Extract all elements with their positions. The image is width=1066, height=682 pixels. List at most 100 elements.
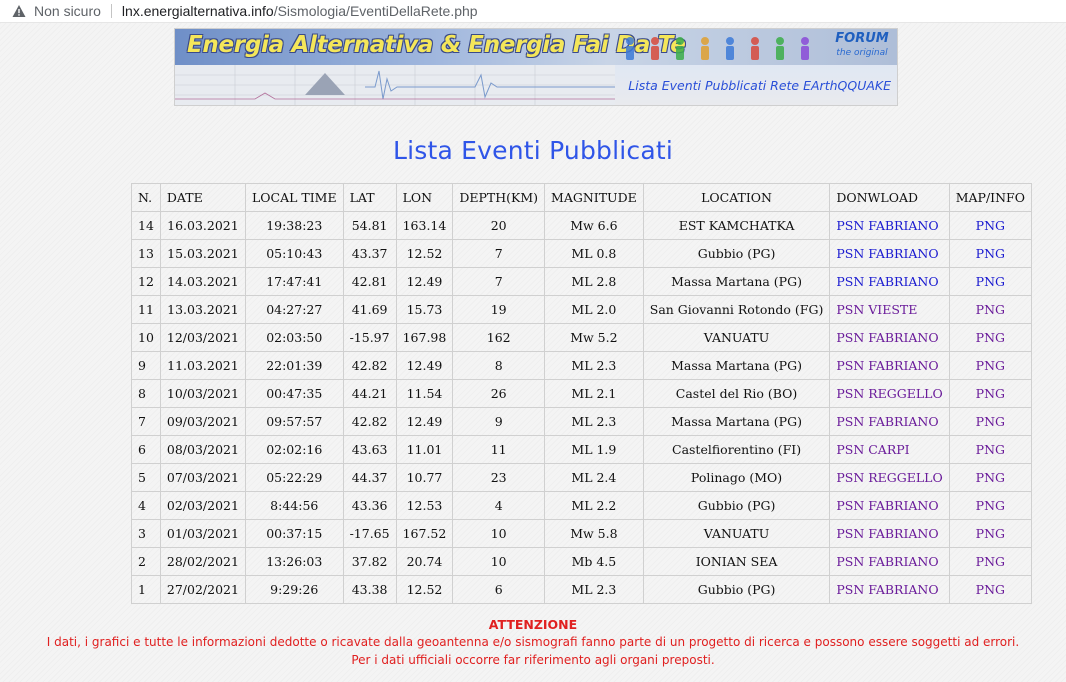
cell-lat: 42.82 [342, 407, 397, 436]
cell-depth: 20 [452, 211, 546, 240]
cell-number: 7 [131, 407, 161, 436]
cell-number: 6 [131, 435, 161, 464]
cell-depth: 4 [452, 491, 546, 520]
cell-lon: 20.74 [395, 547, 454, 576]
warning-triangle-icon[interactable] [12, 4, 26, 18]
download-link[interactable]: PSN FABRIANO [836, 358, 938, 373]
cell-map-info: PNG [948, 323, 1032, 352]
download-link[interactable]: PSN FABRIANO [836, 246, 938, 261]
cell-date: 07/03/2021 [159, 463, 246, 492]
cell-magnitude: ML 2.4 [544, 463, 644, 492]
map-png-link[interactable]: PNG [976, 330, 1005, 345]
download-link[interactable]: PSN FABRIANO [836, 526, 938, 541]
table-row: 6 08/03/2021 02:02:16 43.63 11.01 11 ML 1.9 Cas… [131, 435, 1032, 464]
map-png-link[interactable]: PNG [976, 274, 1005, 289]
cell-date: 08/03/2021 [159, 435, 246, 464]
table-row: 2 28/02/2021 13:26:03 37.82 20.74 10 Mb 4.5 ION… [131, 547, 1032, 576]
cell-lon: 11.54 [395, 379, 454, 408]
map-png-link[interactable]: PNG [976, 358, 1005, 373]
cell-magnitude: Mw 5.2 [544, 323, 644, 352]
notice-line-2: Per i dati ufficiali occorre far riferim… [351, 653, 715, 667]
cell-date: 13.03.2021 [159, 295, 246, 324]
cell-location: Castel del Rio (BO) [642, 379, 831, 408]
download-link[interactable]: PSN CARPI [836, 442, 909, 457]
cell-download: PSN FABRIANO [829, 323, 950, 352]
cell-number: 14 [131, 211, 161, 240]
cell-date: 02/03/2021 [159, 491, 246, 520]
cell-location: Massa Martana (PG) [642, 351, 831, 380]
cell-location: EST KAMCHATKA [642, 211, 831, 240]
cell-number: 9 [131, 351, 161, 380]
cell-magnitude: ML 0.8 [544, 239, 644, 268]
site-banner[interactable]: Energia Alternativa & Energia Fai Da Te … [174, 28, 898, 106]
col-header-download: DONWLOAD [829, 183, 950, 212]
cell-download: PSN CARPI [829, 435, 950, 464]
cell-download: PSN REGGELLO [829, 379, 950, 408]
download-link[interactable]: PSN FABRIANO [836, 498, 938, 513]
cell-map-info: PNG [948, 547, 1032, 576]
table-row: 8 10/03/2021 00:47:35 44.21 11.54 26 ML 2.1 Cas… [131, 379, 1032, 408]
cell-date: 10/03/2021 [159, 379, 246, 408]
cell-download: PSN FABRIANO [829, 267, 950, 296]
cell-date: 09/03/2021 [159, 407, 246, 436]
table-row: 10 12/03/2021 02:03:50 -15.97 167.98 162 Mw 5.… [131, 323, 1032, 352]
cell-map-info: PNG [948, 519, 1032, 548]
download-link[interactable]: PSN FABRIANO [836, 218, 938, 233]
notice-title: ATTENZIONE [488, 617, 578, 632]
map-png-link[interactable]: PNG [976, 470, 1005, 485]
download-link[interactable]: PSN FABRIANO [836, 554, 938, 569]
cell-lon: 12.52 [395, 575, 454, 604]
download-link[interactable]: PSN FABRIANO [836, 274, 938, 289]
cell-location: San Giovanni Rotondo (FG) [642, 295, 831, 324]
download-link[interactable]: PSN FABRIANO [836, 330, 938, 345]
cell-location: Massa Martana (PG) [642, 267, 831, 296]
table-row: 11 13.03.2021 04:27:27 41.69 15.73 19 ML 2.0 Sa… [131, 295, 1032, 324]
cell-magnitude: ML 2.3 [544, 575, 644, 604]
forum-logo[interactable]: FORUM the original [833, 32, 891, 62]
download-link[interactable]: PSN FABRIANO [836, 414, 938, 429]
cell-magnitude: Mw 6.6 [544, 211, 644, 240]
cell-lon: 15.73 [395, 295, 454, 324]
cell-local-time: 02:03:50 [244, 323, 344, 352]
notice-line-1: I dati, i grafici e tutte le informazion… [46, 635, 1020, 649]
download-link[interactable]: PSN VIESTE [836, 302, 917, 317]
download-link[interactable]: PSN REGGELLO [836, 386, 942, 401]
cell-local-time: 19:38:23 [244, 211, 344, 240]
map-png-link[interactable]: PNG [976, 302, 1005, 317]
download-link[interactable]: PSN FABRIANO [836, 582, 938, 597]
map-png-link[interactable]: PNG [976, 218, 1005, 233]
map-png-link[interactable]: PNG [976, 498, 1005, 513]
cell-lat: 44.21 [342, 379, 397, 408]
cell-location: Castelfiorentino (FI) [642, 435, 831, 464]
map-png-link[interactable]: PNG [976, 442, 1005, 457]
map-png-link[interactable]: PNG [976, 414, 1005, 429]
cell-lat: 43.63 [342, 435, 397, 464]
cell-date: 27/02/2021 [159, 575, 246, 604]
cell-magnitude: ML 2.8 [544, 267, 644, 296]
map-png-link[interactable]: PNG [976, 582, 1005, 597]
map-png-link[interactable]: PNG [976, 554, 1005, 569]
cell-location: Gubbio (PG) [642, 575, 831, 604]
map-png-link[interactable]: PNG [976, 246, 1005, 261]
table-row: 3 01/03/2021 00:37:15 -17.65 167.52 10 Mw 5.8 V… [131, 519, 1032, 548]
col-header-lon: LON [395, 183, 454, 212]
cell-map-info: PNG [948, 407, 1032, 436]
events-table-body: 14 16.03.2021 19:38:23 54.81 163.14 20 Mw 6.6 E… [131, 211, 1032, 604]
table-row: 14 16.03.2021 19:38:23 54.81 163.14 20 Mw 6.6 E… [131, 211, 1032, 240]
cell-local-time: 00:37:15 [244, 519, 344, 548]
download-link[interactable]: PSN REGGELLO [836, 470, 942, 485]
cell-local-time: 8:44:56 [244, 491, 344, 520]
url-text[interactable]: lnx.energialternativa.info/Sismologia/Ev… [122, 3, 478, 19]
cell-number: 3 [131, 519, 161, 548]
cell-location: VANUATU [642, 519, 831, 548]
address-bar[interactable]: Non sicuro lnx.energialternativa.info/Si… [0, 0, 1066, 23]
cell-map-info: PNG [948, 267, 1032, 296]
table-row: 4 02/03/2021 8:44:56 43.36 12.53 4 ML 2.2 Gubbi… [131, 491, 1032, 520]
map-png-link[interactable]: PNG [976, 386, 1005, 401]
url-host: lnx.energialternativa.info [121, 3, 274, 19]
banner-subtitle: Lista Eventi Pubblicati Rete EArthQQUAKE [628, 78, 891, 93]
cell-depth: 7 [452, 267, 546, 296]
col-header-local-time: LOCAL TIME [244, 183, 344, 212]
security-label[interactable]: Non sicuro [34, 3, 101, 19]
map-png-link[interactable]: PNG [976, 526, 1005, 541]
